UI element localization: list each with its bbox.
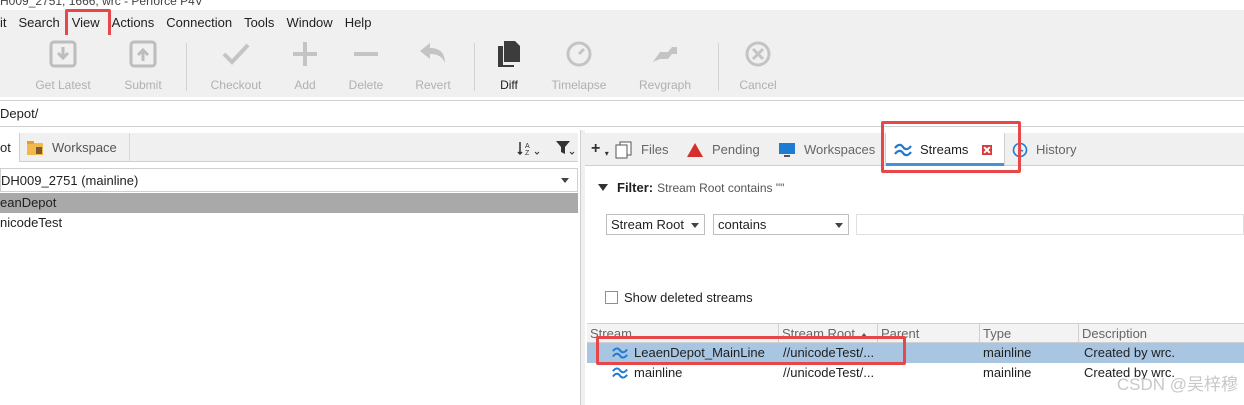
depot-path: Depot/ <box>0 106 39 121</box>
filter-operator-select[interactable]: contains <box>713 214 849 235</box>
active-tab-indicator <box>886 163 1004 166</box>
streams-table-header: Stream Stream Root Parent Type Descripti… <box>587 323 1244 343</box>
add-button[interactable]: Add <box>286 39 324 95</box>
chevron-down-icon <box>691 223 699 228</box>
filter-header[interactable]: Filter: Stream Root contains "" <box>598 180 784 195</box>
address-bar[interactable]: Depot/ <box>0 100 1244 127</box>
tree-item[interactable]: nicodeTest <box>0 213 578 233</box>
cancel-button[interactable]: Cancel <box>736 39 780 95</box>
streams-icon <box>612 366 628 383</box>
chevron-down-icon <box>835 223 843 228</box>
description-cell: Created by wrc. <box>1084 345 1176 360</box>
watermark: CSDN @吴梓穆 <box>1116 375 1238 394</box>
clock-icon <box>564 39 594 69</box>
type-cell: mainline <box>983 345 1032 360</box>
tab-files[interactable]: Files <box>615 133 679 166</box>
parent-cell <box>883 343 978 363</box>
menu-help[interactable]: Help <box>339 10 378 35</box>
close-icon[interactable] <box>982 144 993 155</box>
toolbar-separator <box>718 43 719 91</box>
stream-root-cell: //unicodeTest/... <box>783 345 875 360</box>
cancel-circle-icon <box>743 39 773 69</box>
plus-icon <box>290 39 320 69</box>
revgraph-button[interactable]: Revgraph <box>636 39 694 95</box>
menu-actions[interactable]: Actions <box>106 10 161 35</box>
filter-field-select[interactable]: Stream Root <box>606 214 705 235</box>
menu-edit[interactable]: it <box>0 10 13 35</box>
svg-text:Z: Z <box>525 150 530 156</box>
submit-button[interactable]: Submit <box>116 39 170 95</box>
parent-cell <box>883 363 978 383</box>
tab-depot[interactable]: ot <box>0 133 20 162</box>
funnel-icon <box>556 141 575 155</box>
toolbar-separator <box>186 43 187 91</box>
stream-name-cell: mainline <box>634 365 683 380</box>
files-icon <box>615 141 633 159</box>
diff-documents-icon <box>494 39 524 69</box>
tab-workspaces[interactable]: Workspaces <box>778 133 878 166</box>
workspace-select[interactable]: DH009_2751 (mainline) <box>0 168 578 192</box>
workspace-folder-icon <box>26 140 44 156</box>
chevron-down-icon <box>561 178 569 183</box>
timelapse-button[interactable]: Timelapse <box>548 39 610 95</box>
column-header-type[interactable]: Type <box>980 324 1079 343</box>
column-header-stream-root[interactable]: Stream Root <box>779 324 878 343</box>
tab-history[interactable]: History <box>1012 133 1094 166</box>
monitor-icon <box>778 142 796 158</box>
filter-button[interactable] <box>555 140 575 159</box>
delete-button[interactable]: Delete <box>344 39 388 95</box>
column-header-description[interactable]: Description <box>1079 324 1244 343</box>
title-bar: H009_2751, 1666, wrc - Perforce P4V <box>0 0 1244 10</box>
toolbar-partial-button[interactable]: n <box>0 39 10 95</box>
window-title: H009_2751, 1666, wrc - Perforce P4V <box>0 0 203 8</box>
collapse-triangle-icon <box>598 184 608 191</box>
revert-button[interactable]: Revert <box>410 39 456 95</box>
get-latest-icon <box>48 39 78 69</box>
tab-pending[interactable]: Pending <box>686 133 768 166</box>
menu-view[interactable]: View <box>66 10 106 35</box>
tree-item[interactable]: eanDepot <box>0 193 578 213</box>
toolbar-separator <box>474 43 475 91</box>
pending-triangle-icon <box>686 142 704 158</box>
sort-az-icon: AZ <box>517 142 540 157</box>
menu-bar: it Search View Actions Connection Tools … <box>0 10 1244 35</box>
submit-icon <box>128 39 158 69</box>
checkout-button[interactable]: Checkout <box>205 39 267 95</box>
revert-arrow-icon <box>418 39 448 69</box>
streams-icon <box>612 346 628 363</box>
menu-tools[interactable]: Tools <box>238 10 280 35</box>
pane-splitter[interactable] <box>580 130 585 405</box>
history-icon <box>1012 142 1028 158</box>
chevron-down-icon: ▾ <box>604 149 609 158</box>
right-pane-tabs: + ▾ Files Pending Workspaces Streams His… <box>585 133 1244 166</box>
revgraph-icon <box>650 39 680 69</box>
stream-root-cell: //unicodeTest/... <box>783 365 875 380</box>
menu-window[interactable]: Window <box>280 10 338 35</box>
tab-workspace[interactable]: Workspace <box>20 133 130 162</box>
type-cell: mainline <box>983 365 1032 380</box>
checkmark-icon <box>221 39 251 69</box>
left-pane-tabs: ot Workspace AZ <box>0 133 578 162</box>
table-row[interactable]: LeaenDepot_MainLine //unicodeTest/... ma… <box>587 343 1244 363</box>
svg-text:A: A <box>525 143 530 150</box>
sort-ascending-icon <box>860 332 867 337</box>
minus-icon <box>351 39 381 69</box>
column-header-parent[interactable]: Parent <box>878 324 980 343</box>
show-deleted-streams-option[interactable]: Show deleted streams <box>605 290 753 305</box>
menu-connection[interactable]: Connection <box>160 10 238 35</box>
show-deleted-checkbox[interactable] <box>605 291 618 304</box>
diff-button[interactable]: Diff <box>492 39 526 95</box>
filter-value-input[interactable] <box>856 214 1244 235</box>
get-latest-button[interactable]: Get Latest <box>30 39 96 95</box>
tab-streams[interactable]: Streams <box>885 133 1005 166</box>
toolbar: n Get Latest Submit Checkout Add Delete <box>0 35 1244 97</box>
column-header-stream[interactable]: Stream <box>587 324 779 343</box>
plus-icon: + <box>591 140 601 157</box>
sort-button[interactable]: AZ <box>517 140 541 159</box>
stream-name-cell: LeaenDepot_MainLine <box>634 345 765 360</box>
add-tab-button[interactable]: + ▾ <box>591 140 609 158</box>
menu-search[interactable]: Search <box>13 10 66 35</box>
streams-icon <box>894 143 912 157</box>
